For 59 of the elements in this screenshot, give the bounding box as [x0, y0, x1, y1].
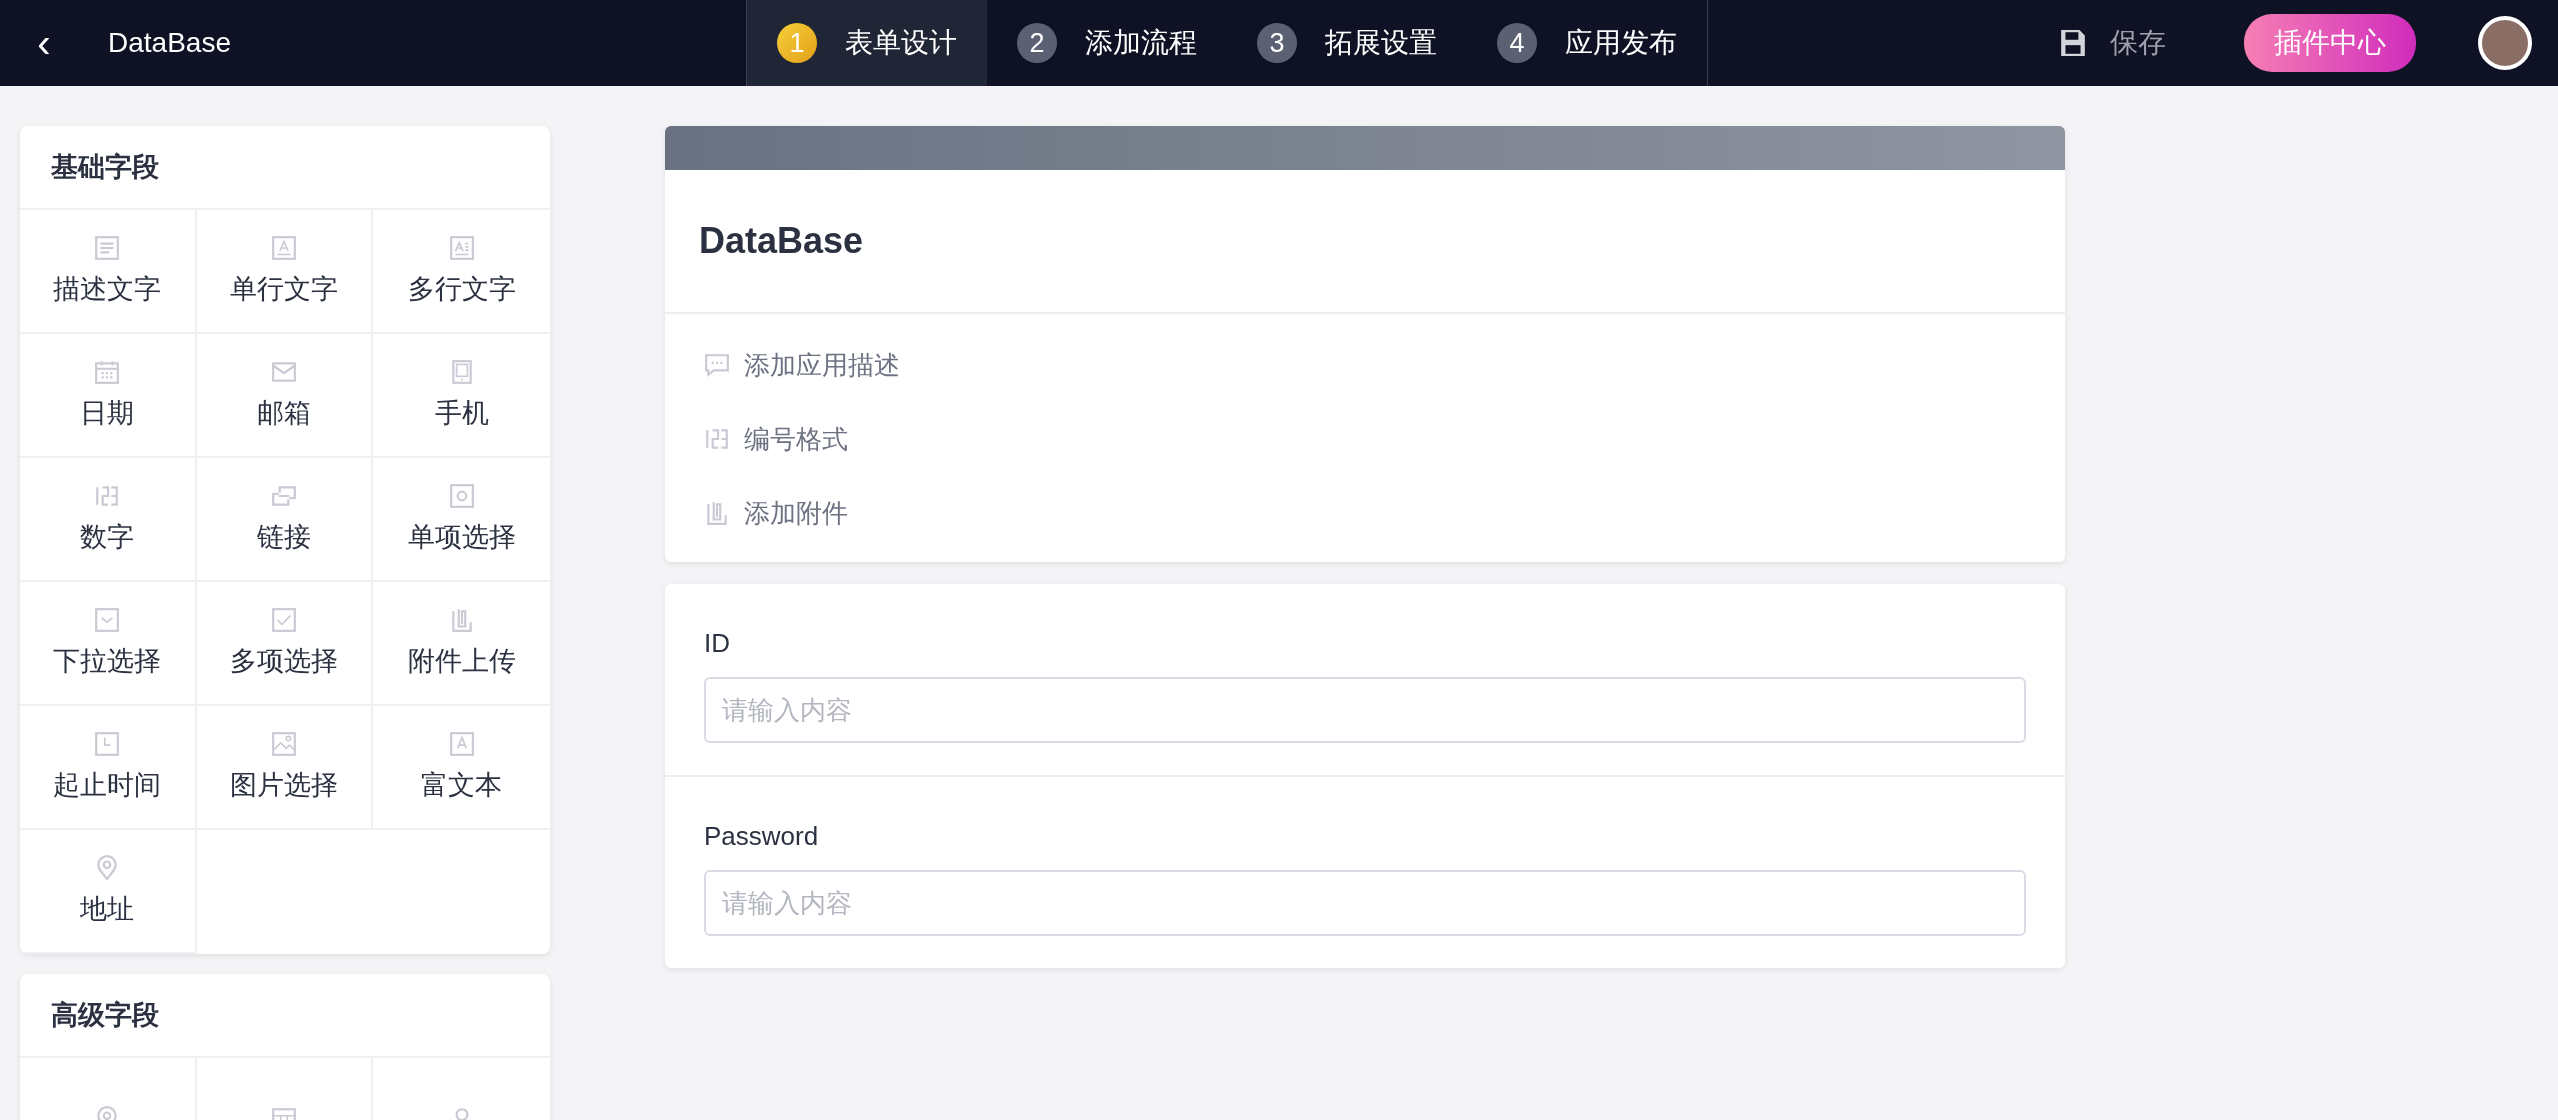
- group-title: 基础字段: [20, 126, 550, 210]
- step-tab[interactable]: 4 应用发布: [1467, 0, 1707, 86]
- field-label: Password: [704, 821, 820, 852]
- form-option-link[interactable]: 添加附件: [665, 476, 887, 550]
- avatar[interactable]: [2478, 16, 2532, 70]
- comment-icon: [704, 352, 730, 378]
- document-icon: [94, 235, 121, 261]
- field-type-item[interactable]: 数字: [20, 458, 197, 582]
- app-title: DataBase: [108, 27, 232, 59]
- field-label: ID: [704, 628, 731, 659]
- field-type-item[interactable]: 下拉选择: [20, 582, 197, 706]
- image-icon: [271, 731, 297, 757]
- plugin-center-button[interactable]: 插件中心: [2244, 14, 2416, 72]
- input-field[interactable]: 请输入内容: [704, 870, 2026, 936]
- group-title: 高级字段: [20, 974, 550, 1058]
- field-type-item[interactable]: 地址: [20, 830, 197, 954]
- link-icon: [271, 483, 297, 509]
- rich-text-icon: [448, 731, 475, 757]
- text-box-icon: [271, 235, 297, 261]
- step-number: 2: [1017, 23, 1057, 63]
- field-type-item[interactable]: 图片选择: [196, 706, 374, 830]
- step-tab[interactable]: 1 表单设计: [747, 0, 987, 86]
- input-field[interactable]: 请输入内容: [704, 677, 2026, 743]
- radio-icon: [448, 483, 475, 509]
- number-icon: [94, 483, 121, 509]
- step-label: 应用发布: [1565, 26, 1677, 60]
- field-type-item[interactable]: 邮箱: [196, 334, 374, 458]
- field-type-item[interactable]: 链接: [196, 458, 374, 582]
- number-icon: [704, 426, 730, 452]
- form-option-link[interactable]: 编号格式: [665, 402, 887, 476]
- step-number: 3: [1257, 23, 1297, 63]
- paperclip-icon: [704, 500, 730, 526]
- step-number: 4: [1497, 23, 1537, 63]
- checkbox-icon: [271, 607, 297, 633]
- field-type-item[interactable]: 单项选择: [373, 458, 550, 582]
- step-label: 表单设计: [845, 26, 957, 60]
- form-title: DataBase: [665, 170, 2065, 314]
- calendar-icon: [94, 359, 121, 385]
- back-button[interactable]: ‹: [14, 23, 74, 63]
- field-type-item[interactable]: 手机: [373, 334, 550, 458]
- text-lines-icon: [448, 235, 475, 261]
- envelope-icon: [271, 359, 297, 385]
- field-type-item[interactable]: 单行文字: [196, 210, 374, 334]
- step-tab[interactable]: 2 添加流程: [987, 0, 1227, 86]
- step-number: 1: [777, 23, 817, 63]
- field-type-item[interactable]: 附件上传: [373, 582, 550, 706]
- field-type-item[interactable]: 描述文字: [20, 210, 197, 334]
- field-type-item[interactable]: 富文本: [373, 706, 550, 830]
- form-option-link[interactable]: 添加应用描述: [665, 328, 939, 402]
- field-type-item[interactable]: 日期: [20, 334, 197, 458]
- field-type-item[interactable]: 多项选择: [196, 582, 374, 706]
- dropdown-icon: [94, 607, 121, 633]
- step-label: 添加流程: [1085, 26, 1197, 60]
- save-button[interactable]: 保存: [2054, 23, 2172, 63]
- clock-icon: [94, 731, 121, 757]
- field-type-item[interactable]: 多行文字: [373, 210, 550, 334]
- field-type-item[interactable]: 起止时间: [20, 706, 197, 830]
- step-label: 拓展设置: [1325, 26, 1437, 60]
- step-tab[interactable]: 3 拓展设置: [1227, 0, 1467, 86]
